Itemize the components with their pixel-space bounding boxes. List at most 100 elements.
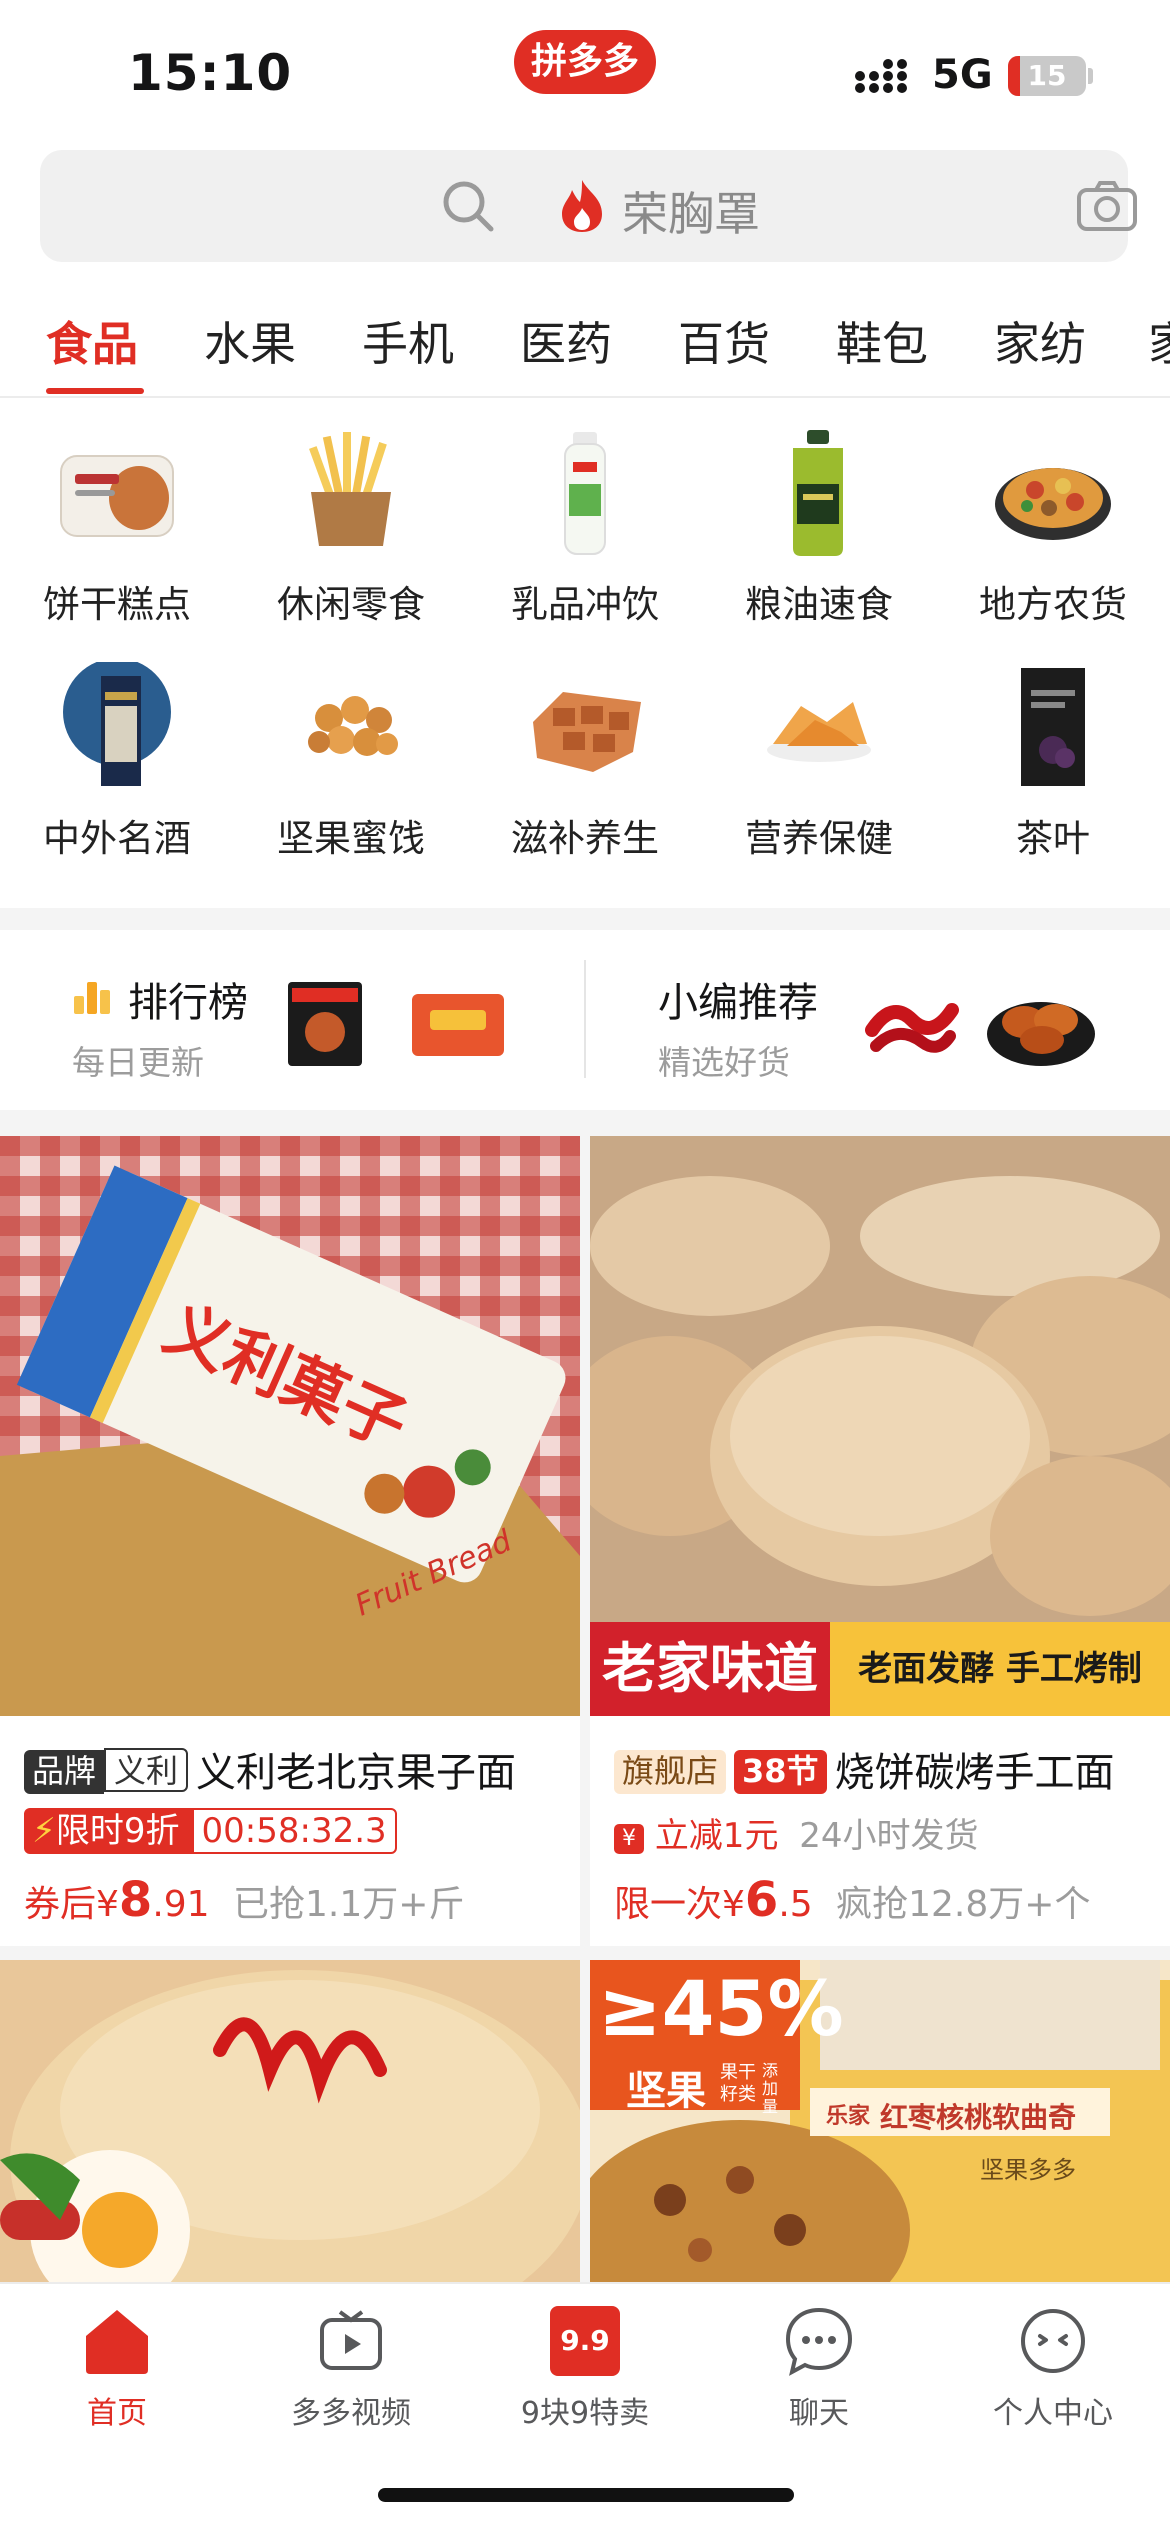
ranking-subtitle: 每日更新 — [72, 1043, 204, 1082]
cake-icon — [533, 692, 641, 772]
promo-sub-label-2: 籽类 — [720, 2084, 756, 2105]
product-card[interactable] — [0, 1960, 580, 2282]
lightning-icon: ⚡ — [32, 1811, 56, 1851]
tab-fruit[interactable]: 水果 — [204, 308, 296, 374]
product-image: 老家味道 老面发酵 手工烤制 — [590, 1136, 1170, 1716]
image-banner-right: 老面发酵 手工烤制 — [830, 1622, 1170, 1716]
app-screen: 15:10 拼多多 5G 15 荣胸罩 食品 水果 手机 医药 百货 鞋包 家纺… — [0, 0, 1170, 2532]
signal-icon — [855, 59, 907, 93]
tab-general[interactable]: 百货 — [678, 308, 770, 374]
price-decimal: .5 — [778, 1884, 813, 1925]
nav-label: 9块9特卖 — [520, 2396, 650, 2431]
category-nutrition[interactable]: 营养保健 — [702, 662, 936, 882]
coupon-text: 立减1元 — [654, 1816, 779, 1856]
nav-label: 个人中心 — [993, 2396, 1113, 2431]
category-tabs: 食品 水果 手机 医药 百货 鞋包 家纺 家 — [0, 296, 1170, 398]
drink-bottle-icon — [564, 432, 606, 555]
ranking-section: 排行榜 每日更新 小编推荐 精选好货 — [0, 930, 1170, 1110]
countdown-timer: 00:58:32.3 — [191, 1808, 397, 1854]
home-icon — [86, 2310, 148, 2374]
oil-bottle-icon — [793, 430, 843, 556]
promo-vertical-label: 添加量 — [762, 2061, 779, 2116]
price-integer: 6 — [744, 1872, 779, 1928]
price-integer: 8 — [118, 1872, 153, 1928]
sold-count: 已抢1.1万+斤 — [233, 1884, 465, 1925]
price-prefix: 券后¥ — [24, 1884, 119, 1925]
ranking-title: 排行榜 — [128, 980, 248, 1026]
coupon-row: ¥ 立减1元 24小时发货 — [614, 1808, 979, 1857]
search-query[interactable]: 荣胸罩 — [622, 178, 760, 244]
category-liquor[interactable]: 中外名酒 — [0, 662, 234, 882]
nav-video[interactable]: 多多视频 — [234, 2306, 468, 2456]
brand-badge: 品牌 — [24, 1750, 105, 1794]
tab-food[interactable]: 食品 — [46, 308, 138, 374]
video-icon — [320, 2310, 382, 2370]
sold-count: 疯抢12.8万+个 — [836, 1884, 1091, 1925]
delivery-text: 24小时发货 — [799, 1816, 979, 1856]
camera-icon[interactable] — [1076, 180, 1138, 232]
category-label: 营养保健 — [745, 817, 893, 860]
category-tonic[interactable]: 滋补养生 — [468, 662, 702, 882]
home-indicator[interactable] — [378, 2488, 794, 2502]
editor-pick-title: 小编推荐 — [658, 980, 818, 1026]
nav-nine-nine[interactable]: 9.9 9块9特卖 — [468, 2306, 702, 2456]
tab-home[interactable]: 家 — [1148, 308, 1170, 374]
feed-row-gap — [0, 1946, 1170, 1960]
status-bar: 15:10 拼多多 5G 15 — [0, 0, 1170, 140]
promo-row: ⚡限时9折 00:58:32.3 — [24, 1808, 397, 1854]
category-snacks[interactable]: 休闲零食 — [234, 428, 468, 648]
tab-medicine[interactable]: 医药 — [520, 308, 612, 374]
nav-chat[interactable]: 聊天 — [702, 2306, 936, 2456]
editor-pick-subtitle: 精选好货 — [658, 1043, 790, 1082]
braised-meat-thumbnail — [987, 1002, 1095, 1066]
product-card[interactable]: 义利菓子 Fruit Bread 品牌 义利 义利老北京果子面 ⚡限时9折 00:58… — [0, 1136, 580, 1946]
price-row: 限一次¥6.5 疯抢12.8万+个 — [614, 1872, 1090, 1928]
section-divider — [0, 908, 1170, 930]
dish-icon — [995, 468, 1111, 540]
snack-pack-thumbnail — [412, 994, 504, 1056]
product-image — [0, 1960, 580, 2282]
event-badge: 38节 — [734, 1750, 827, 1794]
price-row: 券后¥8.91 已抢1.1万+斤 — [24, 1872, 464, 1928]
tab-home-textile[interactable]: 家纺 — [994, 308, 1086, 374]
app-logo: 拼多多 — [514, 30, 656, 94]
category-label: 茶叶 — [1016, 817, 1090, 860]
product-title: 旗舰店 38节 烧饼碳烤手工面 — [614, 1740, 1115, 1798]
category-local-produce[interactable]: 地方农货 — [936, 428, 1170, 648]
fries-icon — [309, 432, 391, 546]
package-brand: 乐家 — [826, 2104, 871, 2129]
category-dairy[interactable]: 乳品冲饮 — [468, 428, 702, 648]
nuts-icon — [308, 696, 398, 756]
product-title-text: 烧饼碳烤手工面 — [834, 1750, 1115, 1796]
profile-icon — [1021, 2309, 1085, 2373]
battery-icon: 15 — [1008, 56, 1086, 96]
bread-icon — [60, 455, 174, 537]
category-biscuits[interactable]: 饼干糕点 — [0, 428, 234, 648]
chili-thumbnail — [865, 1003, 959, 1053]
category-label: 中外名酒 — [43, 817, 191, 860]
category-tea[interactable]: 茶叶 — [936, 662, 1170, 882]
flash-sale-badge: ⚡限时9折 — [24, 1808, 192, 1854]
active-tab-indicator — [46, 388, 144, 394]
nav-home[interactable]: 首页 — [0, 2306, 234, 2456]
image-banner-left: 老家味道 — [590, 1622, 830, 1716]
product-card[interactable]: 老家味道 老面发酵 手工烤制 旗舰店 38节 烧饼碳烤手工面 ¥ 立减1元 24小时… — [590, 1136, 1170, 1946]
search-bar[interactable]: 荣胸罩 — [40, 150, 1137, 262]
package-subtitle: 坚果多多 — [980, 2156, 1076, 2184]
battery-level: 15 — [1027, 59, 1067, 92]
category-label: 坚果蜜饯 — [277, 817, 425, 860]
nav-label: 首页 — [87, 2396, 147, 2431]
category-label: 粮油速食 — [745, 583, 893, 626]
product-card[interactable]: ≥45% 坚果 果干 籽类 添加量 乐家 红枣核桃软曲奇 坚果多多 — [590, 1960, 1170, 2282]
category-label: 乳品冲饮 — [511, 583, 659, 626]
flagship-store-badge: 旗舰店 — [614, 1750, 727, 1794]
coupon-icon: ¥ — [614, 1824, 644, 1854]
nine-nine-icon: 9.9 — [550, 2306, 620, 2376]
product-image: 义利菓子 Fruit Bread — [0, 1136, 580, 1716]
tab-shoes-bags[interactable]: 鞋包 — [836, 308, 928, 374]
nav-profile[interactable]: 个人中心 — [936, 2306, 1170, 2456]
category-grain-oil[interactable]: 粮油速食 — [702, 428, 936, 648]
category-label: 滋补养生 — [511, 817, 659, 860]
category-nuts[interactable]: 坚果蜜饯 — [234, 662, 468, 882]
tab-phone[interactable]: 手机 — [362, 308, 454, 374]
